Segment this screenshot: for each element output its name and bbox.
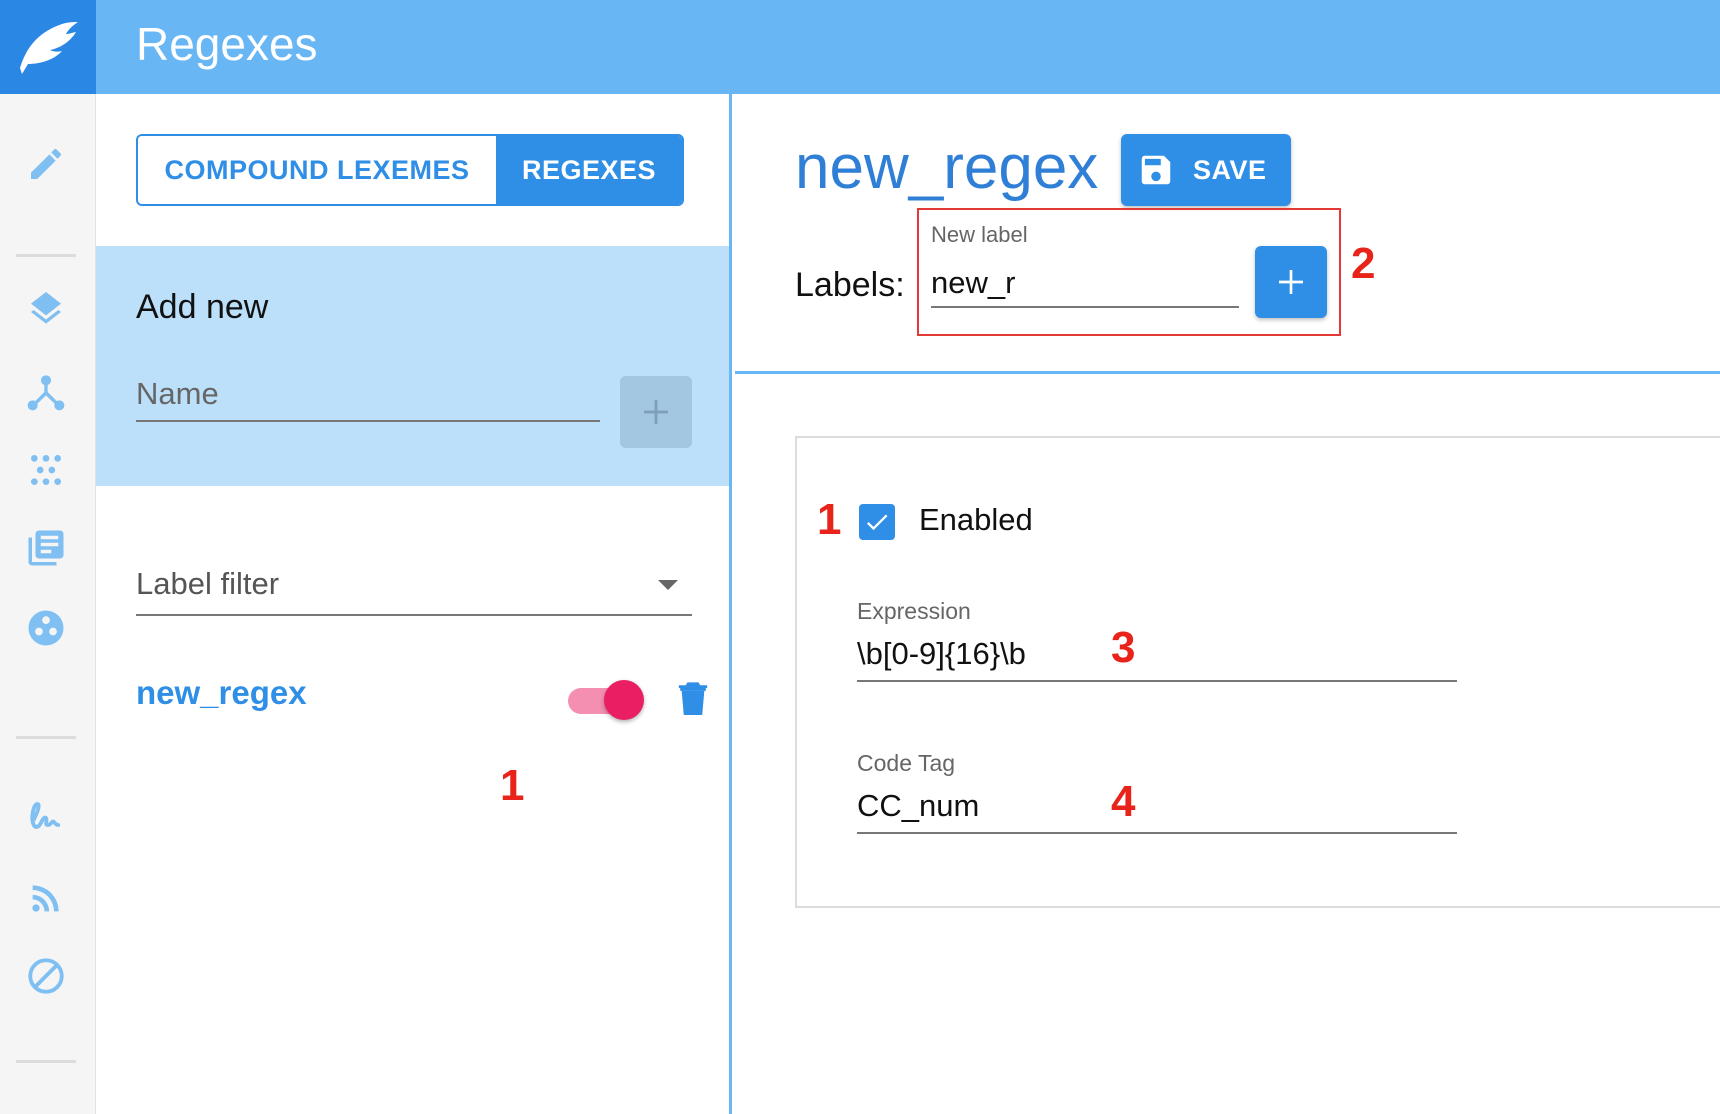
annotation-code-tag: 4: [1111, 777, 1136, 826]
enabled-checkbox[interactable]: [859, 504, 895, 540]
block-icon: [28, 958, 64, 994]
rss-icon: [32, 885, 59, 912]
enabled-label: Enabled: [919, 502, 1033, 537]
tab-regexes[interactable]: REGEXES: [496, 136, 682, 204]
view-switcher: COMPOUND LEXEMES REGEXES: [136, 134, 684, 206]
annotation-toggle: 1: [500, 761, 525, 810]
code-tag-input[interactable]: [857, 780, 1457, 834]
top-app-bar: Regexes: [0, 0, 1720, 94]
list-panel: COMPOUND LEXEMES REGEXES Add new Label f…: [96, 94, 732, 1114]
nav-dots[interactable]: [22, 446, 70, 494]
nav-list[interactable]: [22, 524, 70, 572]
nav-divider: [16, 1060, 76, 1063]
app-logo[interactable]: [0, 0, 96, 94]
save-button[interactable]: SAVE: [1121, 134, 1291, 206]
delete-button[interactable]: [676, 678, 710, 718]
nav-edit[interactable]: [22, 140, 70, 188]
nav-palette[interactable]: [22, 604, 70, 652]
regex-settings-card: 1 Enabled Expression 3 Code Tag 4: [795, 436, 1720, 908]
signature-icon: [30, 802, 61, 829]
page-title: Regexes: [136, 18, 318, 70]
label-filter-text: Label filter: [136, 566, 280, 601]
annotation-checkbox: 1: [817, 495, 842, 544]
toggle-thumb: [604, 680, 644, 720]
floppy-disk-icon: [1137, 151, 1175, 189]
label-filter-select[interactable]: Label filter: [136, 562, 692, 616]
nav-layers[interactable]: [22, 288, 70, 336]
add-new-section: Add new: [96, 246, 729, 486]
nav-network[interactable]: [22, 368, 70, 416]
dots-grid-icon: [31, 455, 61, 485]
pencil-icon: [31, 148, 61, 179]
palette-icon: [28, 610, 64, 646]
detail-panel: new_regex SAVE Labels: New label 2 1 Ena…: [735, 94, 1720, 1114]
bird-feather-logo-icon: [20, 22, 78, 74]
nav-signature[interactable]: [22, 794, 70, 842]
network-icon: [27, 375, 65, 411]
plus-icon: [644, 400, 668, 424]
nav-rail: [0, 94, 96, 1114]
nav-rss[interactable]: [22, 874, 70, 922]
save-label: SAVE: [1193, 154, 1267, 185]
nav-divider: [16, 254, 76, 257]
nav-divider: [16, 736, 76, 739]
new-label-group: New label: [917, 208, 1341, 336]
labels-caption: Labels:: [795, 266, 905, 304]
trash-icon: [678, 682, 708, 715]
new-label-input[interactable]: [931, 260, 1239, 308]
layers-icon: [31, 292, 61, 324]
add-label-button[interactable]: [1255, 246, 1327, 318]
regex-title: new_regex: [795, 133, 1099, 202]
expression-caption: Expression: [857, 598, 971, 624]
annotation-new-label: 2: [1351, 239, 1376, 288]
regex-name-link[interactable]: new_regex: [136, 674, 307, 712]
chevron-down-icon: [658, 580, 678, 590]
new-label-caption: New label: [931, 222, 1028, 247]
tab-compound-lexemes[interactable]: COMPOUND LEXEMES: [138, 136, 496, 204]
plus-icon: [1279, 270, 1303, 294]
nav-block[interactable]: [22, 952, 70, 1000]
expression-input[interactable]: [857, 628, 1457, 682]
code-tag-caption: Code Tag: [857, 750, 956, 776]
check-icon: [866, 514, 888, 531]
detail-header: new_regex SAVE Labels: New label 2: [735, 94, 1720, 374]
enabled-toggle[interactable]: [568, 678, 644, 722]
list-item[interactable]: new_regex: [136, 664, 708, 734]
name-input[interactable]: [136, 368, 600, 422]
add-new-title: Add new: [136, 288, 269, 326]
add-regex-button[interactable]: [620, 376, 692, 448]
list-icon: [28, 530, 64, 566]
annotation-expression: 3: [1111, 623, 1136, 672]
